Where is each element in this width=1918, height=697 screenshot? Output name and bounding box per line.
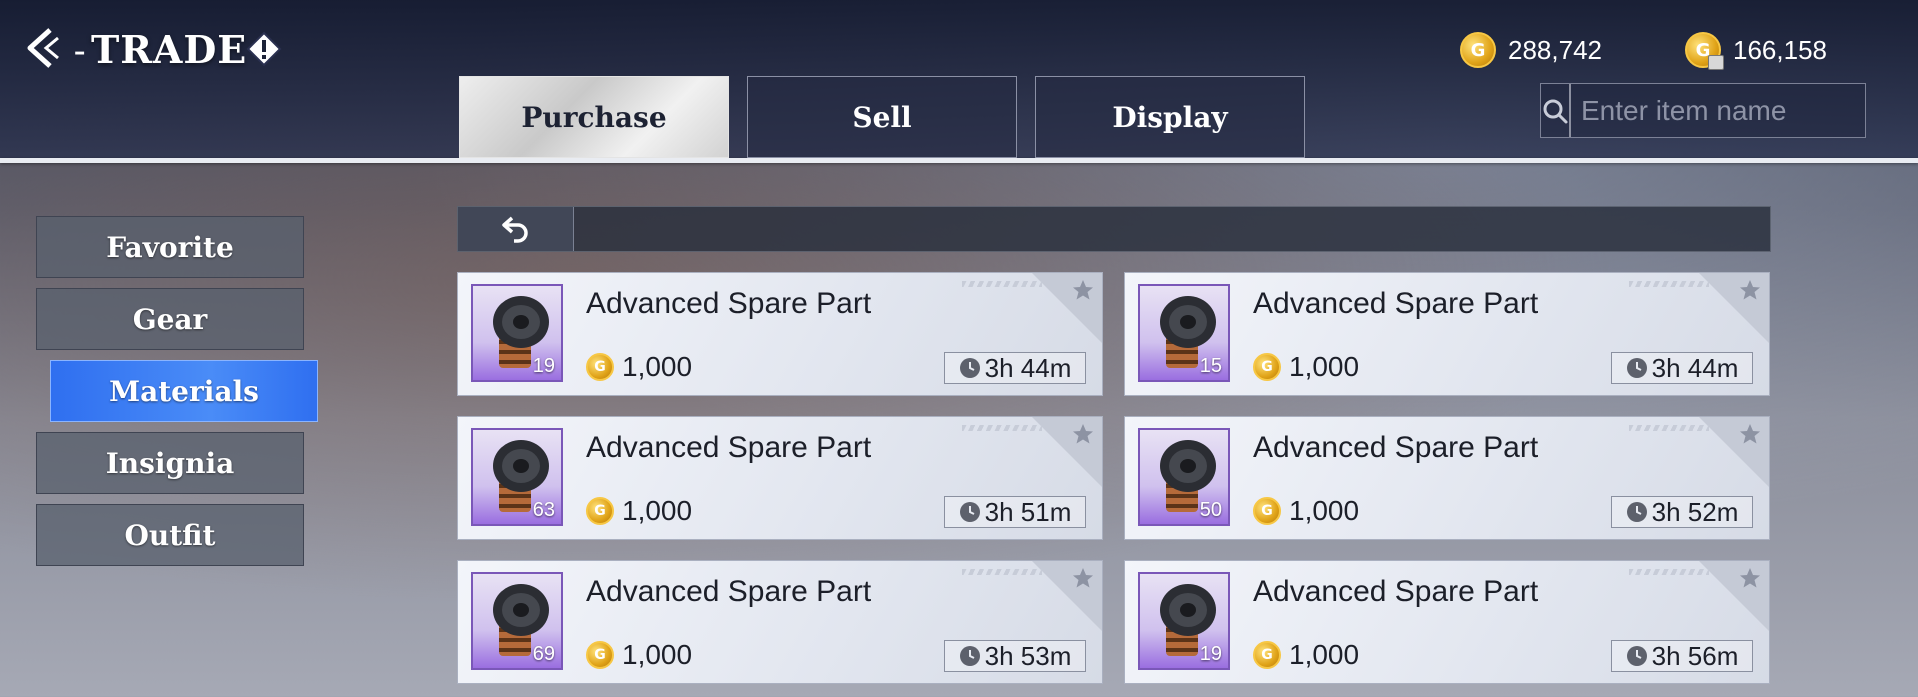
time-remaining-text: 3h 56m bbox=[1651, 640, 1739, 671]
item-name: Advanced Spare Part bbox=[1253, 575, 1539, 608]
time-remaining: 3h 51m bbox=[944, 496, 1086, 528]
search-icon-container[interactable] bbox=[1541, 84, 1571, 137]
listing-card[interactable]: 19 Advanced Spare Part G 1,000 3h 56m bbox=[1124, 560, 1770, 684]
time-remaining-text: 3h 52m bbox=[1651, 496, 1739, 527]
sidebar-item-favorite[interactable]: Favorite bbox=[36, 216, 304, 278]
sidebar-item-insignia[interactable]: Insignia bbox=[36, 432, 304, 494]
locked-coin-icon: G bbox=[1685, 32, 1724, 70]
item-thumbnail: 63 bbox=[471, 428, 563, 526]
title-dash: - bbox=[74, 32, 86, 69]
item-quantity: 63 bbox=[532, 499, 555, 521]
back-arrow-icon[interactable] bbox=[22, 24, 64, 72]
subbar-back-button[interactable] bbox=[458, 207, 574, 251]
price-row: G 1,000 bbox=[1253, 351, 1359, 383]
tab-purchase[interactable]: Purchase bbox=[459, 76, 729, 158]
item-price: 1,000 bbox=[622, 351, 693, 382]
undo-arrow-icon bbox=[501, 216, 528, 243]
favorite-star-icon[interactable] bbox=[1071, 566, 1095, 590]
item-name: Advanced Spare Part bbox=[1253, 287, 1539, 320]
item-quantity: 50 bbox=[1199, 499, 1222, 521]
search-box bbox=[1540, 83, 1918, 138]
search-input[interactable] bbox=[1571, 83, 1918, 138]
clock-icon bbox=[1626, 358, 1647, 378]
time-remaining-text: 3h 53m bbox=[984, 640, 1072, 671]
item-name: Advanced Spare Part bbox=[586, 287, 872, 320]
lock-icon bbox=[1708, 55, 1724, 70]
gold-coin-icon: G bbox=[1253, 641, 1281, 669]
favorite-star-icon[interactable] bbox=[1738, 278, 1762, 302]
locked-gold-amount: 166,158 bbox=[1733, 34, 1827, 65]
price-row: G 1,000 bbox=[586, 351, 692, 383]
tab-display[interactable]: Display bbox=[1035, 76, 1305, 158]
listing-card[interactable]: 69 Advanced Spare Part G 1,000 3h 53m bbox=[457, 560, 1103, 684]
item-name: Advanced Spare Part bbox=[586, 431, 872, 464]
price-row: G 1,000 bbox=[1253, 495, 1359, 527]
time-remaining: 3h 44m bbox=[1611, 352, 1753, 384]
item-price: 1,000 bbox=[1289, 495, 1360, 526]
info-diamond-icon[interactable] bbox=[246, 31, 282, 67]
listing-card[interactable]: 50 Advanced Spare Part G 1,000 3h 52m bbox=[1124, 416, 1770, 540]
clock-icon bbox=[959, 646, 980, 666]
favorite-star-icon[interactable] bbox=[1071, 278, 1095, 302]
card-stripe-decoration bbox=[962, 425, 1042, 431]
item-price: 1,000 bbox=[1289, 639, 1360, 670]
time-remaining: 3h 44m bbox=[944, 352, 1086, 384]
card-stripe-decoration bbox=[962, 569, 1042, 575]
clock-icon bbox=[959, 502, 980, 522]
item-thumbnail: 69 bbox=[471, 572, 563, 670]
listing-card[interactable]: 15 Advanced Spare Part G 1,000 3h 44m bbox=[1124, 272, 1770, 396]
gold-coin-icon: G bbox=[1253, 497, 1281, 525]
item-quantity: 15 bbox=[1199, 355, 1222, 377]
item-quantity: 19 bbox=[532, 355, 555, 377]
card-stripe-decoration bbox=[1629, 425, 1709, 431]
time-remaining: 3h 52m bbox=[1611, 496, 1753, 528]
item-thumbnail: 19 bbox=[471, 284, 563, 382]
currency-gold: G 288,742 bbox=[1460, 32, 1602, 68]
clock-icon bbox=[959, 358, 980, 378]
time-remaining: 3h 56m bbox=[1611, 640, 1753, 672]
item-price: 1,000 bbox=[622, 639, 693, 670]
item-name: Advanced Spare Part bbox=[1253, 431, 1539, 464]
favorite-star-icon[interactable] bbox=[1738, 566, 1762, 590]
item-quantity: 19 bbox=[1199, 643, 1222, 665]
gold-coin-icon: G bbox=[586, 497, 614, 525]
listing-card[interactable]: 63 Advanced Spare Part G 1,000 3h 51m bbox=[457, 416, 1103, 540]
gold-amount: 288,742 bbox=[1508, 34, 1602, 65]
gold-coin-icon: G bbox=[586, 641, 614, 669]
item-price: 1,000 bbox=[622, 495, 693, 526]
price-row: G 1,000 bbox=[586, 639, 692, 671]
item-price: 1,000 bbox=[1289, 351, 1360, 382]
time-remaining-text: 3h 44m bbox=[984, 352, 1072, 383]
page-title: TRADE bbox=[91, 27, 248, 72]
clock-icon bbox=[1626, 646, 1647, 666]
favorite-star-icon[interactable] bbox=[1071, 422, 1095, 446]
gold-coin-icon: G bbox=[1253, 353, 1281, 381]
currency-locked-gold: G 166,158 bbox=[1685, 32, 1827, 70]
gold-coin-icon: G bbox=[1460, 32, 1496, 68]
category-subbar bbox=[457, 206, 1771, 252]
gold-coin-icon: G bbox=[586, 353, 614, 381]
tab-sell[interactable]: Sell bbox=[747, 76, 1017, 158]
sidebar-item-outfit[interactable]: Outfit bbox=[36, 504, 304, 566]
item-quantity: 69 bbox=[532, 643, 555, 665]
sidebar-item-materials[interactable]: Materials bbox=[50, 360, 318, 422]
item-thumbnail: 19 bbox=[1138, 572, 1230, 670]
card-stripe-decoration bbox=[1629, 569, 1709, 575]
favorite-star-icon[interactable] bbox=[1738, 422, 1762, 446]
search-icon bbox=[1543, 99, 1568, 123]
item-thumbnail: 15 bbox=[1138, 284, 1230, 382]
card-stripe-decoration bbox=[1629, 281, 1709, 287]
time-remaining: 3h 53m bbox=[944, 640, 1086, 672]
item-name: Advanced Spare Part bbox=[586, 575, 872, 608]
card-stripe-decoration bbox=[962, 281, 1042, 287]
item-thumbnail: 50 bbox=[1138, 428, 1230, 526]
listing-card[interactable]: 19 Advanced Spare Part G 1,000 3h 44m bbox=[457, 272, 1103, 396]
price-row: G 1,000 bbox=[1253, 639, 1359, 671]
time-remaining-text: 3h 51m bbox=[984, 496, 1072, 527]
time-remaining-text: 3h 44m bbox=[1651, 352, 1739, 383]
clock-icon bbox=[1626, 502, 1647, 522]
top-bar-divider bbox=[0, 158, 1918, 163]
sidebar-item-gear[interactable]: Gear bbox=[36, 288, 304, 350]
price-row: G 1,000 bbox=[586, 495, 692, 527]
